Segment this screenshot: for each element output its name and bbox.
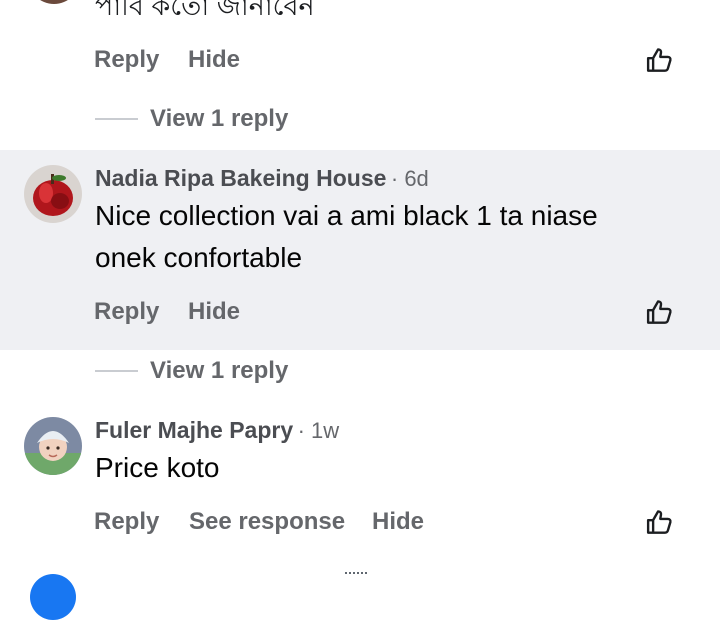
reply-button[interactable]: Reply: [94, 46, 159, 74]
view-replies-link[interactable]: View 1 reply: [150, 105, 288, 133]
view-replies-link[interactable]: View 1 reply: [150, 357, 288, 385]
avatar[interactable]: [24, 165, 82, 223]
reply-button[interactable]: Reply: [94, 298, 159, 326]
comment-text-line: onek confortable: [95, 242, 303, 273]
baby-avatar-icon: [24, 417, 82, 475]
comment-timestamp[interactable]: · 6d: [391, 166, 429, 191]
avatar[interactable]: [28, 0, 80, 4]
apple-avatar-icon: [24, 165, 82, 223]
comment-author[interactable]: Fuler Majhe Papry: [95, 417, 293, 443]
avatar[interactable]: [24, 417, 82, 475]
comment-author[interactable]: Nadia Ripa Bakeing House: [95, 165, 386, 191]
avatar[interactable]: [30, 574, 76, 620]
thumbs-up-icon[interactable]: [645, 507, 675, 537]
thumbs-up-icon[interactable]: [645, 45, 675, 75]
reply-thread-line: [95, 370, 138, 372]
comment-text: পাবি কতো জানাবেন: [95, 0, 315, 21]
hide-button[interactable]: Hide: [372, 508, 424, 536]
hide-button[interactable]: Hide: [188, 46, 240, 74]
comment-text: Price koto: [95, 452, 220, 483]
thumbs-up-icon[interactable]: [645, 297, 675, 327]
comment-text: Nice collection vai a ami black 1 ta nia…: [95, 195, 695, 279]
reply-thread-line: [95, 118, 138, 120]
comment-text-line: Nice collection vai a ami black 1 ta nia…: [95, 200, 598, 231]
reply-button[interactable]: Reply: [94, 508, 159, 536]
comment-timestamp[interactable]: · 1w: [298, 418, 340, 443]
hide-button[interactable]: Hide: [188, 298, 240, 326]
see-response-button[interactable]: See response: [189, 508, 345, 536]
